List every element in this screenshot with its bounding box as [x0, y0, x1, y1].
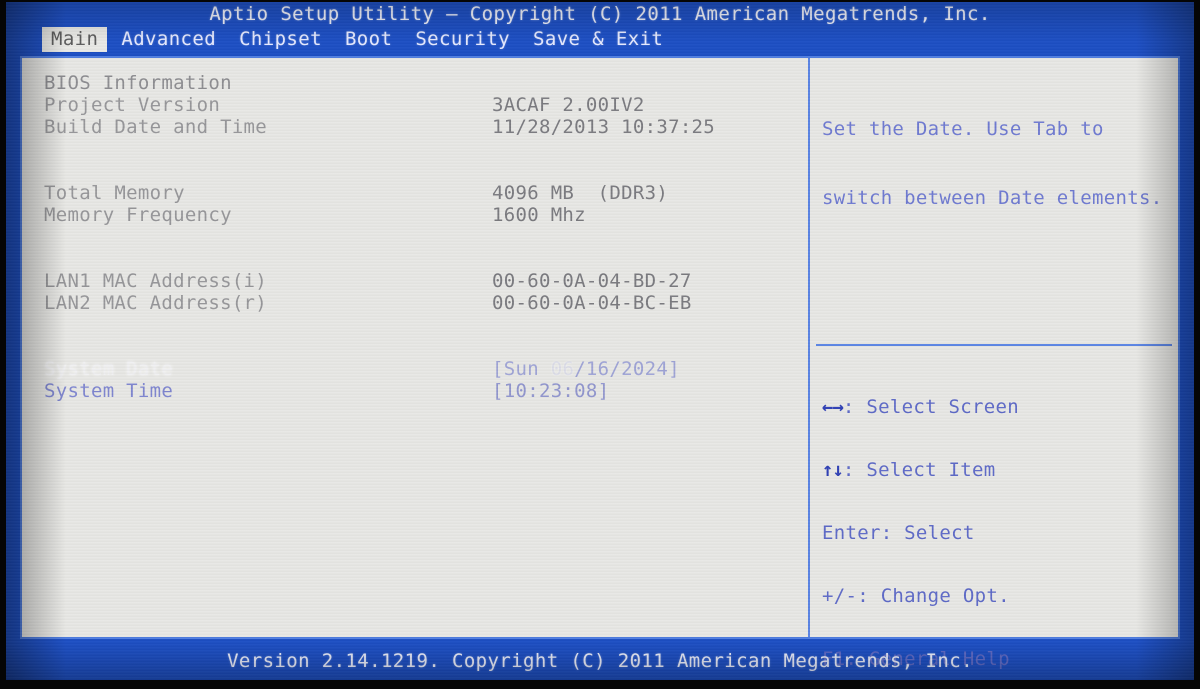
system-date-suffix: /16/2024] — [574, 358, 680, 380]
label-system-time: System Time — [44, 380, 174, 402]
label-build-date-and-time: Build Date and Time — [44, 116, 268, 138]
row-spacer-3 — [44, 314, 808, 336]
value-project-version: 3ACAF 2.00IV2 — [492, 94, 645, 116]
title-text: Aptio Setup Utility – Copyright (C) 2011… — [209, 3, 991, 25]
help-divider — [816, 344, 1172, 346]
tab-chipset[interactable]: Chipset — [230, 27, 331, 52]
value-build-date-and-time: 11/28/2013 10:37:25 — [492, 116, 716, 138]
settings-pane: BIOS Information Project Version 3ACAF 2… — [22, 58, 808, 637]
system-date-prefix: [Sun — [492, 358, 551, 380]
row-spacer-1b — [44, 160, 808, 182]
tab-main[interactable]: Main — [42, 26, 108, 52]
row-project-version: Project Version 3ACAF 2.00IV2 — [44, 94, 808, 116]
label-project-version: Project Version — [44, 94, 221, 116]
value-memory-frequency: 1600 Mhz — [492, 204, 586, 226]
label-total-memory: Total Memory — [44, 182, 185, 204]
up-down-arrow-icon: ↑↓ — [822, 459, 844, 481]
key-select-item-label: : Select Item — [842, 459, 996, 481]
row-memory-frequency: Memory Frequency 1600 Mhz — [44, 204, 808, 226]
help-pane: Set the Date. Use Tab to switch between … — [810, 58, 1178, 670]
tab-boot[interactable]: Boot — [336, 27, 401, 52]
tab-security[interactable]: Security — [406, 27, 519, 52]
row-spacer-3b — [44, 336, 808, 358]
value-system-date[interactable]: [Sun 06/16/2024] — [492, 358, 680, 380]
value-system-time[interactable]: [10:23:08] — [492, 380, 609, 402]
tab-save-exit[interactable]: Save & Exit — [524, 27, 672, 52]
left-right-arrow-icon: ←→ — [822, 396, 844, 418]
key-select-screen: ←→: Select Screen — [822, 397, 1080, 418]
key-legend: ←→: Select Screen ↑↓: Select Item Enter:… — [822, 355, 1080, 680]
bios-screen: Aptio Setup Utility – Copyright (C) 2011… — [0, 0, 1200, 689]
help-line-1: Set the Date. Use Tab to — [822, 118, 1104, 140]
row-bios-information: BIOS Information — [44, 72, 808, 94]
row-lan1-mac-address: LAN1 MAC Address(i) 00-60-0A-04-BD-27 — [44, 270, 808, 292]
row-system-date[interactable]: System Date [Sun 06/16/2024] — [44, 358, 808, 380]
help-line-2: switch between Date elements. — [822, 187, 1163, 209]
help-text: Set the Date. Use Tab to switch between … — [822, 72, 1178, 256]
label-lan2-mac-address: LAN2 MAC Address(r) — [44, 292, 268, 314]
tab-advanced[interactable]: Advanced — [112, 27, 225, 52]
row-system-time[interactable]: System Time [10:23:08] — [44, 380, 808, 402]
label-bios-information: BIOS Information — [44, 72, 232, 94]
row-spacer-1 — [44, 138, 808, 160]
value-lan1-mac-address: 00-60-0A-04-BD-27 — [492, 270, 692, 292]
bios-surface: Aptio Setup Utility – Copyright (C) 2011… — [6, 2, 1194, 680]
row-total-memory: Total Memory 4096 MB (DDR3) — [44, 182, 808, 204]
content-frame: BIOS Information Project Version 3ACAF 2… — [20, 56, 1180, 670]
key-enter-select: Enter: Select — [822, 522, 975, 544]
label-system-date: System Date — [44, 358, 174, 380]
key-select-item: ↑↓: Select Item — [822, 460, 1080, 481]
footer-version-text: Version 2.14.1219. Copyright (C) 2011 Am… — [227, 650, 973, 672]
key-select-screen-label: : Select Screen — [842, 396, 1019, 418]
value-total-memory: 4096 MB (DDR3) — [492, 182, 669, 204]
row-build-date-and-time: Build Date and Time 11/28/2013 10:37:25 — [44, 116, 808, 138]
row-spacer-2b — [44, 248, 808, 270]
label-memory-frequency: Memory Frequency — [44, 204, 232, 226]
menu-bar[interactable]: Main Advanced Chipset Boot Security Save… — [6, 26, 1194, 52]
row-spacer-2 — [44, 226, 808, 248]
row-lan2-mac-address: LAN2 MAC Address(r) 00-60-0A-04-BC-EB — [44, 292, 808, 314]
footer-bar: Version 2.14.1219. Copyright (C) 2011 Am… — [6, 647, 1194, 675]
system-date-month-segment[interactable]: 06 — [551, 358, 574, 380]
value-lan2-mac-address: 00-60-0A-04-BC-EB — [492, 292, 692, 314]
key-change-opt: +/-: Change Opt. — [822, 585, 1010, 607]
title-bar: Aptio Setup Utility – Copyright (C) 2011… — [6, 2, 1194, 26]
label-lan1-mac-address: LAN1 MAC Address(i) — [44, 270, 268, 292]
